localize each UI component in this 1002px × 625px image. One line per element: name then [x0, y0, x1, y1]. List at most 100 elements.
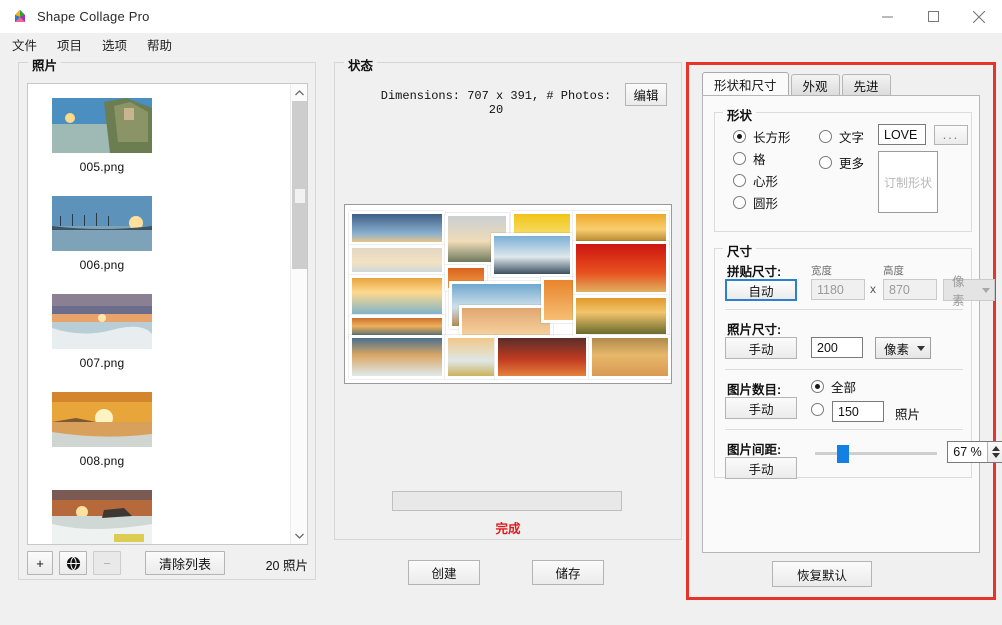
list-item[interactable]: 005.png	[42, 98, 162, 174]
photo-count-mode-button[interactable]: 手动	[725, 397, 797, 419]
add-from-web-button[interactable]	[59, 551, 87, 575]
radio-label: 更多	[839, 157, 865, 171]
menu-item-help[interactable]: 帮助	[147, 33, 182, 56]
scroll-down-icon[interactable]	[291, 527, 307, 544]
shape-text-input[interactable]: LOVE	[878, 124, 926, 145]
photo-thumbnail	[52, 294, 152, 349]
chevron-down-icon	[982, 287, 990, 293]
scroll-up-icon[interactable]	[291, 84, 307, 101]
settings-tabs: 形状和尺寸 外观 先进	[702, 72, 893, 95]
scrollbar-track[interactable]	[291, 101, 307, 527]
size-group: 尺寸 拼贴尺寸: 自动 宽度 1180 x 高度 870 像素 照片尺寸: 手动…	[714, 241, 1002, 479]
restore-defaults-button[interactable]: 恢复默认	[772, 561, 872, 587]
spinner-arrows[interactable]	[987, 442, 1002, 462]
collage-photo	[445, 335, 497, 379]
collage-photo	[495, 335, 589, 379]
scrollbar-thumb[interactable]	[292, 101, 307, 269]
radio-count-custom[interactable]	[811, 403, 824, 416]
photo-list[interactable]: 005.png 006.png 007.png 008.png	[27, 83, 308, 545]
maximize-button[interactable]	[910, 0, 956, 33]
action-buttons: 创建 储存	[334, 560, 682, 585]
radio-indicator	[733, 130, 746, 143]
slider-track[interactable]	[815, 452, 937, 455]
collage-photo	[349, 275, 445, 317]
spacing-spinner[interactable]: 67 %	[947, 441, 1002, 463]
app-logo-icon	[12, 9, 28, 25]
collage-size-unit-dropdown[interactable]: 像素	[943, 275, 995, 308]
divider	[725, 429, 963, 430]
radio-rectangle[interactable]: 长方形	[733, 127, 791, 146]
custom-shape-preview[interactable]: 订制形状	[878, 151, 938, 213]
radio-circle[interactable]: 圆形	[733, 193, 778, 212]
radio-label: 圆形	[753, 197, 779, 211]
spinner-down-icon[interactable]	[992, 453, 1000, 458]
list-item[interactable]: 008.png	[42, 392, 162, 468]
radio-heart[interactable]: 心形	[733, 171, 778, 190]
list-item[interactable]: 009.png	[42, 490, 162, 544]
radio-count-all[interactable]: 全部	[811, 377, 856, 396]
title-bar: Shape Collage Pro	[0, 0, 1002, 33]
photo-size-unit-dropdown[interactable]: 像素	[875, 337, 931, 359]
shape-text-browse-button[interactable]: ...	[934, 125, 968, 145]
radio-label: 全部	[831, 381, 857, 395]
spacing-slider[interactable]	[815, 445, 937, 463]
tab-appearance[interactable]: 外观	[790, 74, 840, 95]
shape-group: 形状 长方形 格 心形 圆形 文字 LOVE ... 更多 订制形状	[714, 105, 972, 232]
photo-size-input[interactable]: 200	[811, 337, 863, 358]
photo-thumbnail	[52, 392, 152, 447]
collage-photo	[491, 233, 573, 277]
collage-photo	[573, 295, 669, 337]
radio-more[interactable]: 更多	[819, 153, 864, 172]
photo-size-mode-button[interactable]: 手动	[725, 337, 797, 359]
collage-photo	[349, 211, 445, 245]
close-button[interactable]	[956, 0, 1002, 33]
collage-size-mode-button[interactable]: 自动	[725, 279, 797, 301]
spacing-value: 67 %	[953, 445, 982, 459]
spacing-mode-button[interactable]: 手动	[725, 457, 797, 479]
height-label: 高度	[883, 265, 904, 277]
radio-label: 文字	[839, 131, 865, 145]
photos-toolbar: + − 清除列表 20 照片	[27, 551, 308, 575]
width-label: 宽度	[811, 265, 832, 277]
photos-panel-title: 照片	[28, 55, 62, 74]
list-item[interactable]: 007.png	[42, 294, 162, 370]
radio-grid[interactable]: 格	[733, 149, 766, 168]
clear-list-button[interactable]: 清除列表	[145, 551, 225, 575]
minimize-button[interactable]	[864, 0, 910, 33]
list-item[interactable]: 006.png	[42, 196, 162, 272]
edit-button[interactable]: 编辑	[625, 83, 667, 106]
progress-bar	[392, 491, 622, 511]
add-photos-button[interactable]: +	[27, 551, 53, 575]
radio-text[interactable]: 文字	[819, 127, 864, 146]
photo-list-scrollbar[interactable]	[290, 84, 307, 544]
collage-photo	[349, 245, 445, 275]
photo-thumbnail	[52, 98, 152, 153]
radio-indicator	[819, 156, 832, 169]
divider	[725, 309, 963, 310]
tab-advanced[interactable]: 先进	[841, 74, 891, 95]
save-button[interactable]: 储存	[532, 560, 604, 585]
photo-filename: 007.png	[79, 356, 125, 370]
radio-indicator	[819, 130, 832, 143]
height-input[interactable]: 870	[883, 279, 937, 300]
window-controls	[864, 0, 1002, 33]
menu-item-project[interactable]: 项目	[57, 33, 92, 56]
photo-count-input[interactable]: 150	[832, 401, 884, 422]
tab-shape-and-size[interactable]: 形状和尺寸	[702, 72, 789, 95]
menu-item-options[interactable]: 选项	[102, 33, 137, 56]
create-button[interactable]: 创建	[408, 560, 480, 585]
menu-item-file[interactable]: 文件	[12, 33, 47, 56]
slider-thumb[interactable]	[837, 445, 849, 463]
remove-photo-button[interactable]: −	[93, 551, 121, 575]
collage-preview[interactable]	[344, 204, 672, 384]
collage-photo	[459, 305, 553, 339]
radio-indicator	[733, 196, 746, 209]
size-group-title: 尺寸	[723, 241, 757, 260]
collage-photo	[541, 277, 577, 323]
spinner-up-icon[interactable]	[992, 446, 1000, 451]
collage-photo	[589, 335, 671, 379]
shape-group-title: 形状	[723, 105, 757, 124]
photo-filename: 005.png	[79, 160, 125, 174]
collage-size-unit-value: 像素	[952, 275, 965, 308]
width-input[interactable]: 1180	[811, 279, 865, 300]
